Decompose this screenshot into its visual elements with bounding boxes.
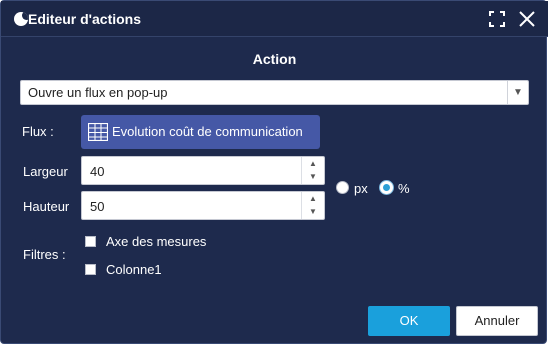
height-value: 50 (90, 199, 105, 214)
flux-select-button[interactable]: Evolution coût de communication (81, 115, 320, 149)
width-label: Largeur (23, 164, 68, 179)
height-increment-icon[interactable]: ▲ (302, 192, 324, 205)
cancel-button[interactable]: Annuler (456, 306, 538, 336)
width-increment-icon[interactable]: ▲ (302, 157, 324, 170)
width-value: 40 (90, 164, 105, 179)
dialog-title: Editeur d'actions (28, 11, 142, 27)
height-label: Hauteur (23, 199, 70, 214)
width-input[interactable]: 40 ▲ ▼ (81, 156, 325, 185)
height-input[interactable]: 50 ▲ ▼ (81, 191, 325, 220)
dropdown-arrow-icon[interactable]: ▼ (507, 81, 528, 104)
ok-button[interactable]: OK (368, 306, 450, 336)
flux-button-label: Evolution coût de communication (112, 124, 303, 139)
height-spinner[interactable]: ▲ ▼ (301, 192, 324, 219)
width-spinner[interactable]: ▲ ▼ (301, 157, 324, 184)
unit-px-label: px (354, 181, 368, 196)
filter-colonne1-checkbox[interactable] (85, 264, 96, 275)
unit-percent-label: % (398, 181, 410, 196)
filter-colonne1-label: Colonne1 (106, 262, 162, 277)
width-decrement-icon[interactable]: ▼ (302, 170, 324, 183)
filter-axe-mesures-checkbox[interactable] (85, 236, 96, 247)
flux-label: Flux : (22, 124, 54, 139)
title-bar: Editeur d'actions (1, 1, 548, 37)
filters-label: Filtres : (23, 247, 66, 262)
action-type-select[interactable]: Ouvre un flux en pop-up ▼ (20, 80, 529, 105)
height-decrement-icon[interactable]: ▼ (302, 205, 324, 218)
maximize-icon[interactable] (489, 11, 505, 27)
action-editor-dialog: Editeur d'actions Action Ouvre un flux e… (0, 0, 548, 344)
action-type-value: Ouvre un flux en pop-up (28, 85, 168, 100)
close-icon[interactable] (518, 10, 536, 28)
table-grid-icon (88, 123, 108, 141)
unit-px-radio[interactable] (336, 181, 349, 194)
app-logo-icon (14, 12, 28, 26)
unit-percent-radio[interactable] (380, 181, 393, 194)
section-title: Action (252, 51, 297, 67)
filter-axe-mesures-label: Axe des mesures (106, 234, 207, 249)
